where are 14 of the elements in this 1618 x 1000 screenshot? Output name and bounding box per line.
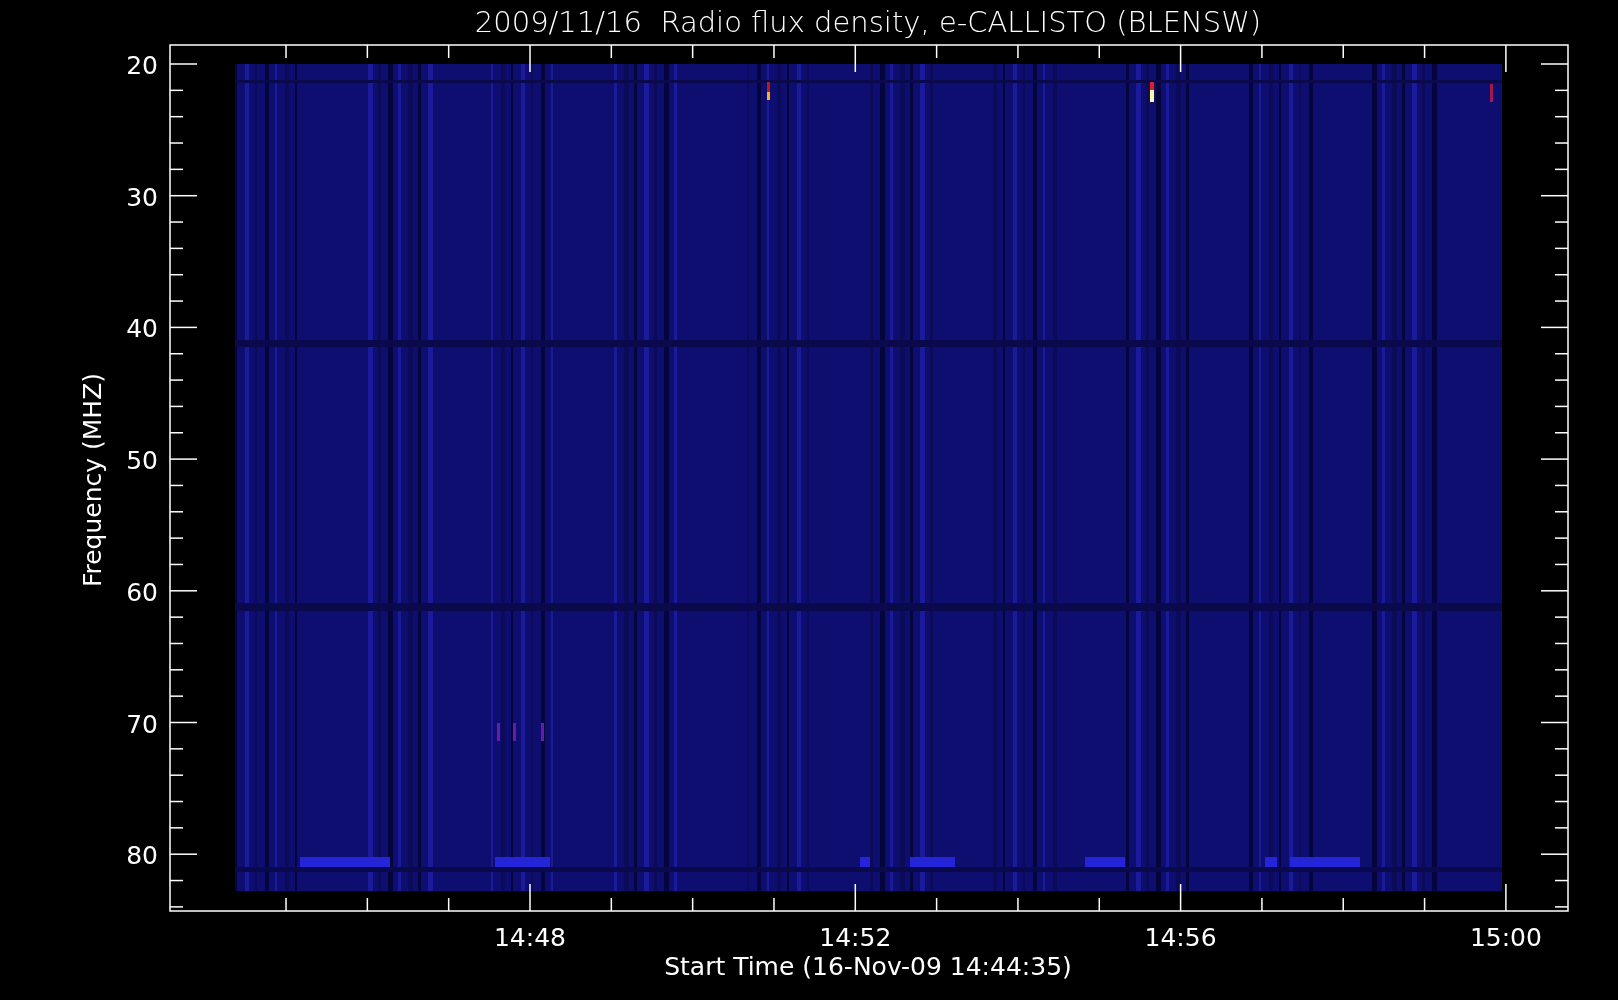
x-tick-label: 15:00	[1469, 923, 1542, 952]
y-tick-label: 60	[126, 577, 158, 607]
x-tick-label: 14:52	[819, 923, 892, 952]
y-tick-label: 80	[126, 841, 158, 871]
y-tick-label: 40	[126, 314, 158, 344]
y-tick-label: 50	[126, 446, 158, 476]
y-tick-label: 20	[126, 51, 158, 80]
x-axis-label: Start Time (16-Nov-09 14:44:35)	[664, 952, 1072, 981]
x-tick-label: 14:56	[1144, 923, 1217, 952]
y-tick-label: 70	[126, 709, 158, 739]
y-tick-label: 30	[126, 182, 158, 212]
chart-title: 2009/11/16 Radio flux density, e-CALLISTO (BLENSW)	[474, 5, 1262, 39]
y-axis-label: Frequency (MHZ)	[78, 372, 107, 588]
x-tick-label: 14:48	[494, 923, 566, 952]
